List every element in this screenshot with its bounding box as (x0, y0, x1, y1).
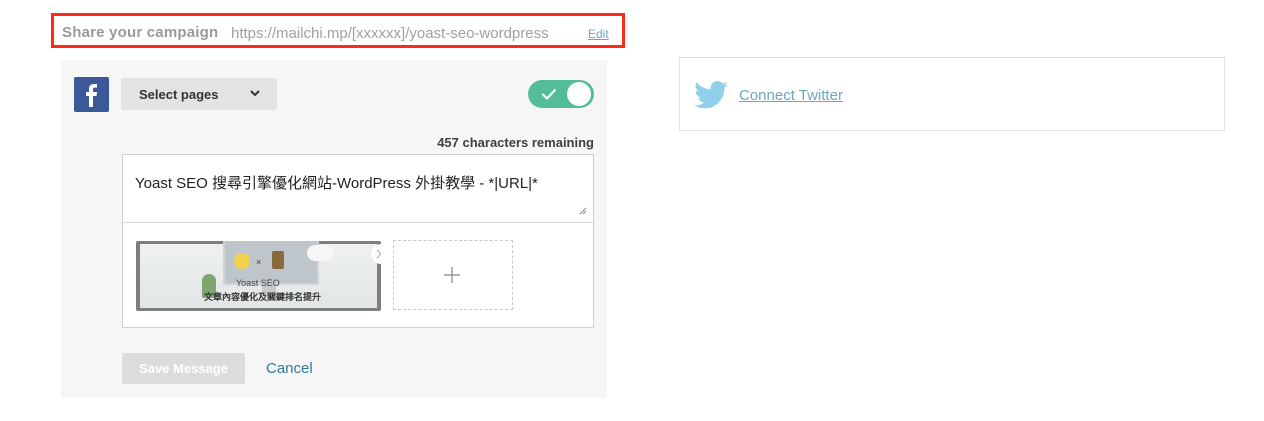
plus-icon (444, 267, 460, 283)
message-textarea[interactable]: Yoast SEO 搜尋引擎優化網站-WordPress 外掛教學 - *|UR… (135, 172, 538, 193)
thumbnail-separator: × (256, 257, 262, 267)
chevron-down-icon (250, 90, 260, 97)
facebook-post-panel: Select pages 457 characters remaining Yo… (61, 60, 607, 398)
twitter-connect-card: Connect Twitter (679, 57, 1225, 131)
share-campaign-label: Share your campaign (62, 24, 219, 41)
attached-image-thumbnail: × Yoast SEO 文章內容優化及關鍵排名提升 (136, 241, 381, 311)
facebook-post-toggle[interactable] (528, 80, 594, 108)
close-icon (376, 249, 381, 259)
share-campaign-bar: Share your campaign https://mailchi.mp/[… (51, 13, 625, 48)
thumbnail-image: × Yoast SEO 文章內容優化及關鍵排名提升 (140, 241, 377, 308)
facebook-icon (74, 77, 109, 112)
divider (123, 222, 593, 223)
thumbnail-caption: 文章內容優化及關鍵排名提升 (204, 292, 322, 302)
select-pages-dropdown[interactable]: Select pages (121, 78, 277, 110)
resize-handle-icon[interactable] (579, 207, 587, 215)
twitter-bird-icon (694, 81, 728, 109)
post-composer: Yoast SEO 搜尋引擎優化網站-WordPress 外掛教學 - *|UR… (122, 154, 594, 328)
checkmark-icon (541, 88, 557, 100)
thumbnail-brand: Yoast SEO (236, 278, 280, 288)
toggle-knob (567, 82, 591, 106)
thumbnail-cloud (307, 245, 333, 261)
campaign-url: https://mailchi.mp/[xxxxxx]/yoast-seo-wo… (231, 25, 549, 42)
cancel-link[interactable]: Cancel (266, 360, 313, 377)
save-message-button[interactable]: Save Message (122, 353, 245, 384)
connect-twitter-link[interactable]: Connect Twitter (739, 87, 843, 104)
characters-remaining: 457 characters remaining (437, 135, 594, 150)
add-image-button[interactable] (393, 240, 513, 310)
yoast-logo-icon (234, 253, 250, 269)
wordpress-lock-icon (272, 251, 284, 269)
edit-url-link[interactable]: Edit (588, 27, 609, 41)
select-pages-label: Select pages (139, 87, 219, 102)
